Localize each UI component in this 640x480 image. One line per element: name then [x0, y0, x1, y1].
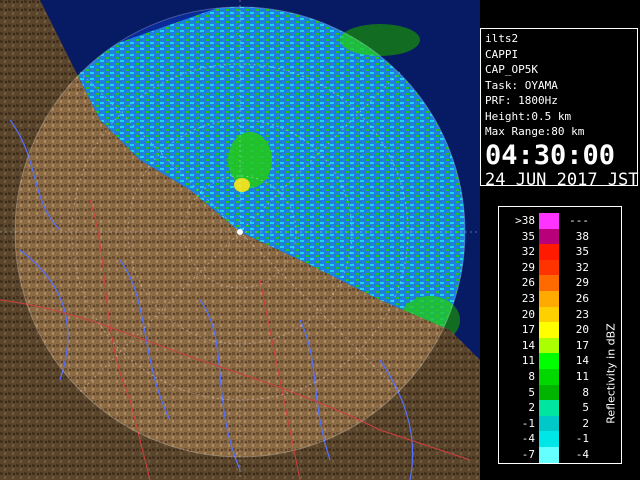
legend-row: 32 35 — [499, 244, 621, 261]
legend-swatch — [539, 337, 559, 354]
legend-row-high: 20 — [575, 323, 589, 337]
legend-row-low: -1 — [521, 416, 535, 430]
legend-swatch — [539, 415, 559, 432]
legend-row-high: 17 — [575, 338, 589, 352]
legend-row-low: 23 — [521, 292, 535, 305]
prf-label: PRF: 1800Hz — [485, 94, 558, 107]
product-code: CAP_OP5K — [485, 63, 538, 76]
legend-swatch — [539, 275, 559, 292]
legend-row-high: 26 — [575, 292, 589, 305]
legend-row-low: 8 — [528, 370, 535, 383]
legend-row-low: 29 — [521, 260, 535, 274]
legend-swatch — [539, 431, 559, 448]
legend-swatch — [539, 244, 559, 261]
max-range-label: Max Range:80 km — [485, 125, 585, 138]
info-panel: ilts2 CAPPI CAP_OP5K Task: OYAMA PRF: 18… — [480, 28, 639, 189]
legend-swatch — [539, 400, 559, 417]
legend-row-high: 32 — [575, 260, 589, 274]
task-label: Task: OYAMA — [485, 78, 558, 92]
legend-row-low: 35 — [521, 229, 535, 243]
legend-swatch — [539, 228, 559, 245]
legend-row-low: 32 — [521, 245, 535, 259]
height-label: Height:0.5 km — [485, 109, 572, 123]
legend-row-low: -4 — [521, 432, 535, 446]
legend-title-text: Reflectivity in dBZ — [604, 323, 618, 424]
legend-row: >38 --- — [499, 213, 621, 229]
legend-row-high: 23 — [575, 307, 589, 321]
time-display: 04:30:00 — [485, 139, 616, 171]
legend-swatch — [539, 259, 559, 276]
echo-core — [228, 132, 272, 188]
legend-row: 29 32 — [499, 259, 621, 276]
radar-site-marker — [237, 229, 243, 235]
legend-row-low: 5 — [528, 385, 535, 399]
radar-map-canvas — [0, 0, 480, 480]
radar-map[interactable] — [0, 0, 480, 480]
legend-swatch — [539, 384, 559, 401]
legend-row-high: 35 — [575, 245, 589, 259]
legend-swatch — [539, 353, 559, 370]
legend-row-low: 26 — [521, 276, 535, 290]
legend-swatch — [539, 291, 559, 307]
date-display: 24 JUN 2017 JST — [485, 169, 639, 190]
legend-row-low: 20 — [521, 307, 535, 321]
legend-row-high: 38 — [575, 229, 589, 243]
legend-row-high: 29 — [575, 276, 589, 290]
legend-row-low: 2 — [528, 401, 535, 415]
legend-row-low: >38 — [515, 214, 535, 227]
legend-row-high: -4 — [575, 448, 589, 461]
legend-row-high: 11 — [575, 370, 589, 383]
legend-row-low: 17 — [521, 323, 535, 337]
legend-row-high: 5 — [582, 401, 589, 415]
radar-display: ilts2 CAPPI CAP_OP5K Task: OYAMA PRF: 18… — [0, 0, 640, 480]
legend-swatch — [539, 322, 559, 339]
legend-row-low: 14 — [521, 338, 535, 352]
legend-row-high: 14 — [575, 354, 589, 368]
legend-row-low: -7 — [521, 448, 535, 461]
legend-swatch — [539, 447, 559, 463]
echo-core-peak — [234, 178, 250, 192]
legend-row-high: -1 — [575, 432, 589, 446]
legend-row-low: 11 — [521, 354, 535, 368]
legend-row-high: --- — [569, 214, 589, 227]
legend-row-high: 8 — [582, 385, 589, 399]
product-type: CAPPI — [485, 47, 519, 61]
color-legend: >38 --- 35 38 32 35 29 32 26 29 23 26 20 23 17 20 14 17 11… — [498, 206, 622, 464]
legend-title: Reflectivity in dBZ — [599, 277, 618, 477]
legend-row: 35 38 — [499, 228, 621, 245]
legend-row-high: 2 — [582, 416, 589, 430]
legend-swatch — [539, 306, 559, 323]
legend-swatch — [539, 369, 559, 385]
station-id: ilts2 — [485, 32, 519, 45]
legend-swatch — [539, 213, 559, 229]
